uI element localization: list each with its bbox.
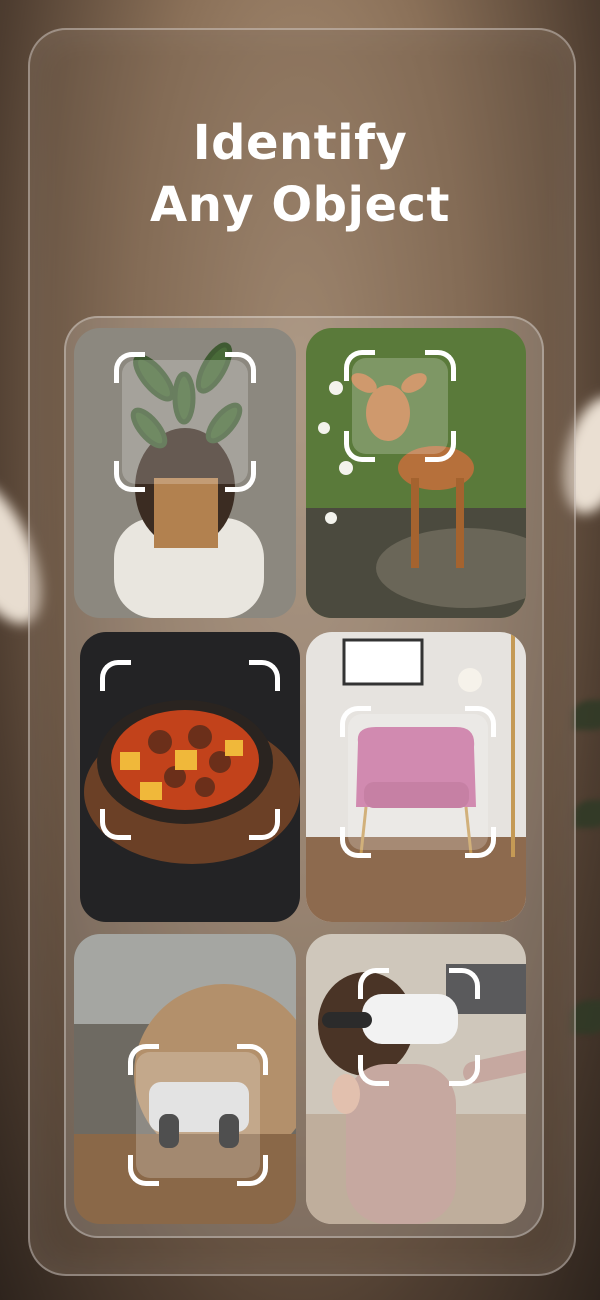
title-line-1: Identify <box>192 115 408 171</box>
example-tile-vr-headset <box>306 934 526 1224</box>
scan-frame-icon <box>344 350 456 462</box>
scan-frame-icon <box>114 352 256 492</box>
example-tile-armchair <box>306 632 526 922</box>
title-line-2: Any Object <box>150 177 450 233</box>
example-tile-plant <box>74 328 296 618</box>
example-tile-rally-car <box>74 934 296 1224</box>
example-tile-deer <box>306 328 526 618</box>
scan-frame-icon <box>358 968 480 1086</box>
background-leaf <box>572 700 600 730</box>
example-tile-stew <box>80 632 300 922</box>
page-title: Identify Any Object <box>0 112 600 236</box>
scan-frame-icon <box>128 1044 268 1186</box>
scan-frame-icon <box>100 660 280 840</box>
scan-frame-icon <box>340 706 496 858</box>
background-leaf <box>574 800 600 828</box>
